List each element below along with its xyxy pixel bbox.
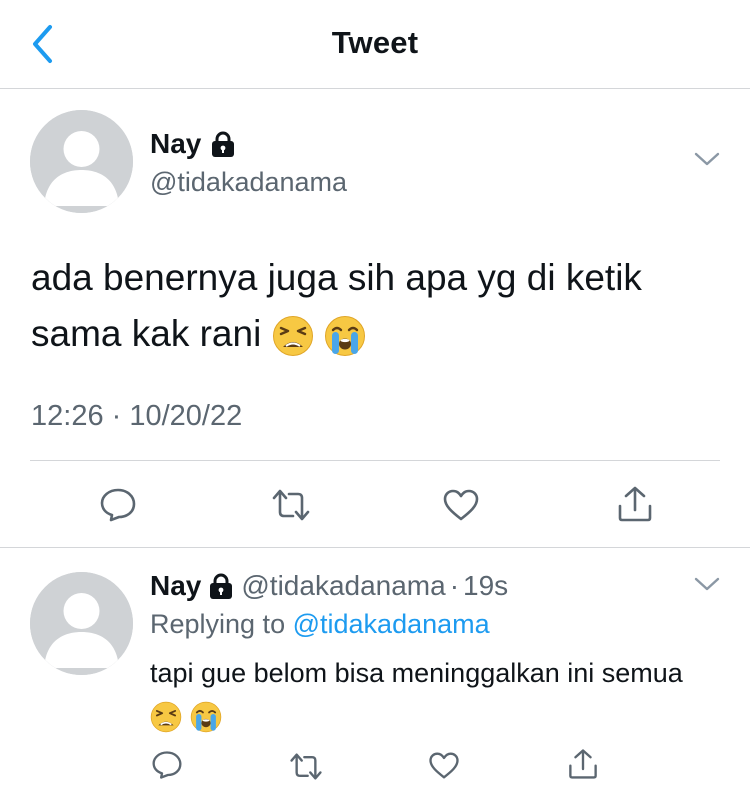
chevron-down-icon [694, 152, 720, 166]
reply-author-handle[interactable]: @tidakadanama [241, 570, 445, 602]
reply-text: tapi gue belom bisa meninggalkan ini sem… [150, 652, 710, 736]
separator-dot: · [449, 570, 460, 601]
retweet-icon [272, 489, 310, 521]
like-button[interactable] [441, 486, 481, 524]
reply-author-name[interactable]: Nay [150, 570, 201, 602]
section-divider [0, 547, 750, 548]
tweet-menu-button[interactable] [693, 150, 721, 173]
chevron-down-icon [694, 577, 720, 591]
reply-menu-button[interactable] [693, 575, 721, 598]
replying-prefix: Replying to [150, 609, 286, 639]
share-button[interactable] [615, 484, 655, 524]
avatar[interactable] [30, 110, 133, 213]
retweet-icon [290, 752, 322, 780]
reply-avatar[interactable] [30, 572, 133, 675]
top-bar: Tweet [0, 0, 750, 89]
loudly-crying-face-emoji [324, 316, 365, 357]
lock-icon [212, 131, 235, 157]
author-handle[interactable]: @tidakadanama [150, 167, 347, 198]
share-icon [569, 749, 597, 779]
reply-icon [152, 751, 182, 779]
heart-icon [429, 752, 459, 778]
reply-reply-button[interactable] [150, 748, 184, 782]
reply-text-content: tapi gue belom bisa meninggalkan ini sem… [150, 658, 683, 688]
loudly-crying-face-emoji [190, 701, 221, 733]
replying-handle-link[interactable]: @tidakadanama [293, 609, 490, 639]
tweet-text: ada benernya juga sih apa yg di ketik sa… [31, 250, 721, 362]
author-name: Nay [150, 128, 202, 159]
lock-icon [210, 573, 233, 599]
heart-icon [443, 489, 479, 521]
reply-icon [100, 488, 136, 522]
author-name-row[interactable]: Nay [150, 128, 235, 160]
reply-button[interactable] [98, 485, 138, 525]
retweet-button[interactable] [270, 487, 312, 523]
tired-face-emoji [272, 316, 313, 357]
tweet-timestamp[interactable]: 12:26 · 10/20/22 [31, 400, 242, 433]
reply-like-button[interactable] [427, 749, 461, 781]
share-icon [618, 486, 652, 522]
reply-share-button[interactable] [566, 747, 600, 781]
tired-face-emoji [150, 701, 182, 733]
replying-to: Replying to @tidakadanama [150, 609, 490, 640]
reply-retweet-button[interactable] [288, 750, 324, 782]
divider [30, 460, 720, 461]
page-title: Tweet [331, 25, 419, 60]
reply-time[interactable]: 19s [463, 570, 508, 602]
reply-header: Nay @tidakadanama · 19s [150, 570, 508, 602]
